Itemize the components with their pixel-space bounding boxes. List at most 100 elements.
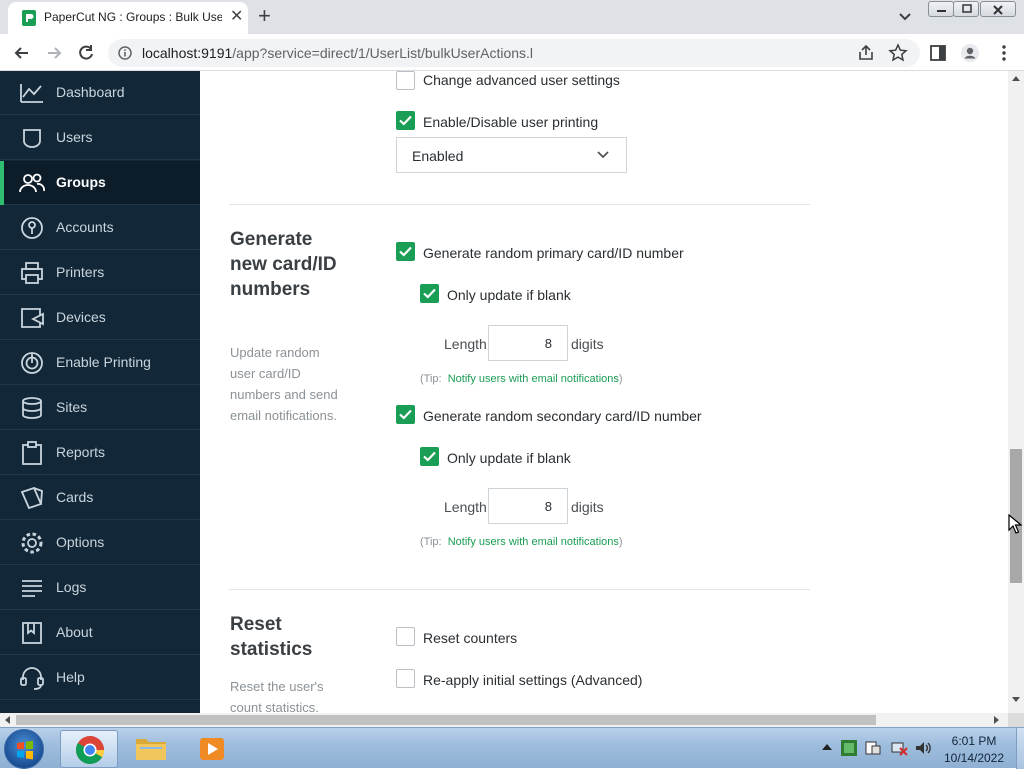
scroll-down-arrow-icon[interactable] [1012,697,1020,703]
sidebar-item-sites[interactable]: Sites [0,386,200,430]
sidebar-item-groups[interactable]: Groups [0,161,200,205]
generate-secondary-label: Generate random secondary card/ID number [423,408,702,424]
network-error-icon[interactable] [890,739,908,757]
share-icon[interactable] [856,43,876,63]
secondary-only-blank-checkbox[interactable] [420,447,439,466]
show-desktop-button[interactable] [1016,728,1024,769]
list-icon [22,580,42,597]
papercut-tray-icon[interactable] [840,739,858,757]
section-divider [229,204,810,205]
printing-status-value: Enabled [412,148,464,164]
mouse-cursor-icon [1008,514,1022,534]
sidebar-item-logs[interactable]: Logs [0,566,200,610]
sidebar-item-about[interactable]: About [0,611,200,655]
sidebar-item-reports[interactable]: Reports [0,431,200,475]
minimize-window-icon[interactable] [928,1,954,17]
restore-window-icon[interactable] [953,1,979,17]
sidebar-item-enable-printing[interactable]: Enable Printing [0,341,200,385]
forward-arrow-icon[interactable] [44,43,64,63]
folder-icon [136,739,166,760]
secondary-notify-link[interactable]: Notify users with email notifications [448,536,619,548]
enable-printing-icon [21,352,43,374]
secondary-length-label: Length [444,499,487,515]
windows-logo-icon [17,740,33,760]
primary-length-input[interactable]: 8 [488,325,568,361]
checkmark-icon [399,115,412,126]
sidebar-item-label: Devices [56,309,106,325]
sidebar-item-label: Dashboard [56,84,125,100]
checkmark-icon [423,451,436,462]
tip-prefix: (Tip: [420,373,442,385]
printer-icon [21,262,43,284]
sidebar-item-accounts[interactable]: Accounts [0,206,200,250]
primary-notify-link[interactable]: Notify users with email notifications [448,373,619,385]
vertical-scrollbar[interactable] [1008,71,1024,713]
sidebar-item-dashboard[interactable]: Dashboard [0,71,200,115]
action-center-icon[interactable] [864,739,882,757]
generate-secondary-checkbox[interactable] [396,405,415,424]
reapply-settings-label: Re-apply initial settings (Advanced) [423,672,643,688]
back-arrow-icon[interactable] [12,43,32,63]
reload-icon[interactable] [76,43,96,63]
close-window-icon[interactable] [980,1,1016,17]
sidebar-item-printers[interactable]: Printers [0,251,200,295]
enable-printing-label: Enable/Disable user printing [423,114,599,130]
main-content: Change advanced user settings Enable/Dis… [200,71,1008,713]
show-hidden-icons-icon[interactable] [822,743,832,751]
reset-section-title: Reset statistics [230,614,313,660]
secondary-length-value: 8 [544,499,552,514]
url-text: localhost:9191/app?service=direct/1/User… [142,45,533,61]
reset-counters-checkbox[interactable] [396,627,415,646]
media-player-icon [200,738,224,760]
sidebar-item-label: About [56,624,93,640]
sidebar-item-label: Reports [56,444,106,460]
change-advanced-checkbox[interactable] [396,71,415,90]
tip-suffix: ) [618,373,623,385]
sidebar-item-label: Help [56,669,85,685]
windows-taskbar: 6:01 PM 10/14/2022 [0,727,1024,769]
browser-menu-icon[interactable] [994,43,1014,63]
browser-tab[interactable]: PaperCut NG : Groups : Bulk User Actions… [8,2,248,34]
scroll-up-arrow-icon[interactable] [1012,75,1020,81]
reapply-settings-checkbox[interactable] [396,669,415,688]
taskbar-chrome-button[interactable] [60,730,118,768]
enable-printing-checkbox[interactable] [396,111,415,130]
sidebar-item-users[interactable]: Users [0,116,200,160]
horizontal-scrollbar[interactable] [0,713,1008,727]
printing-status-select[interactable]: Enabled [396,137,627,173]
side-panel-icon[interactable] [928,43,948,63]
generate-primary-checkbox[interactable] [396,242,415,261]
bookmark-star-icon[interactable] [888,43,908,63]
tab-close-icon[interactable]: ✕ [230,8,243,26]
start-button[interactable] [4,729,44,769]
scroll-right-arrow-icon[interactable] [994,716,1000,724]
url-path: /app?service=direct/1/UserList/bulkUserA… [232,45,534,61]
taskbar-media-button[interactable] [184,730,242,768]
taskbar-explorer-button[interactable] [122,730,180,768]
primary-only-blank-checkbox[interactable] [420,284,439,303]
sidebar-item-help[interactable]: Help [0,656,200,700]
new-tab-icon[interactable]: + [258,4,271,28]
volume-icon[interactable] [914,739,932,757]
clock-date[interactable]: 10/14/2022 [934,751,1014,765]
checkmark-icon [423,288,436,299]
scroll-left-arrow-icon[interactable] [4,716,10,724]
sidebar-item-devices[interactable]: Devices [0,296,200,340]
papercut-favicon-icon [22,10,36,26]
profile-avatar-icon[interactable] [960,43,980,63]
sidebar-item-cards[interactable]: Cards [0,476,200,520]
primary-tip: (Tip: Notify users with email notificati… [420,373,623,385]
tab-search-chevron-icon[interactable] [896,7,914,25]
clock-time[interactable]: 6:01 PM [934,734,1014,748]
primary-length-value: 8 [544,336,552,351]
headset-icon [20,667,44,690]
secondary-length-input[interactable]: 8 [488,488,568,524]
chart-line-icon [20,84,43,103]
address-bar[interactable]: localhost:9191/app?service=direct/1/User… [108,39,920,67]
lock-icon [21,217,43,239]
sidebar-item-options[interactable]: Options [0,521,200,565]
site-info-icon[interactable] [118,46,132,60]
horizontal-scroll-thumb[interactable] [16,715,876,725]
reset-counters-label: Reset counters [423,630,518,646]
sidebar-item-label: Sites [56,399,88,415]
